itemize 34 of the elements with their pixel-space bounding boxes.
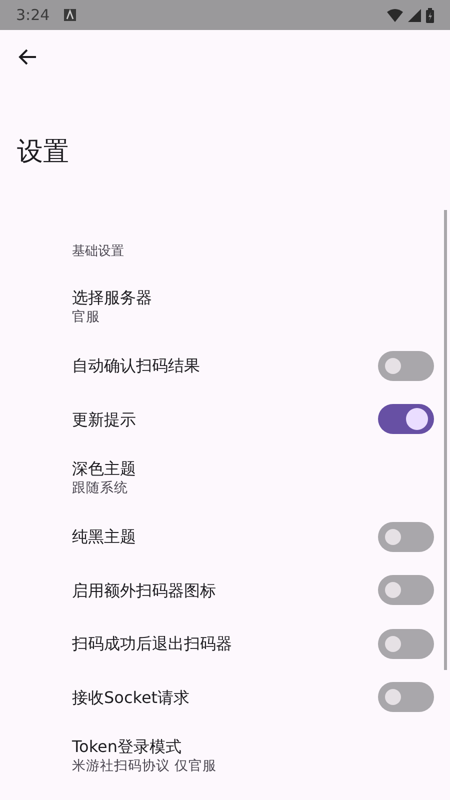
setting-summary: 米游社扫码协议 仅官服 (72, 757, 218, 776)
wifi-icon (387, 8, 403, 22)
setting-row[interactable]: 纯黑主题 (0, 510, 450, 564)
toggle-switch[interactable] (378, 628, 434, 659)
setting-row[interactable]: 启用额外扫码器图标 (0, 564, 450, 617)
setting-title: 自动确认扫码结果 (72, 355, 201, 376)
setting-row[interactable]: Token登录模式 米游社扫码协议 仅官服 (0, 724, 450, 788)
notification-icon (64, 9, 76, 21)
page-title: 设置 (16, 136, 70, 169)
setting-row[interactable]: 选择服务器 官服 (0, 275, 450, 339)
setting-title: 启用额外扫码器图标 (72, 580, 217, 601)
setting-row[interactable]: 深色主题 跟随系统 (0, 446, 450, 510)
setting-row[interactable]: 更新提示 (0, 392, 450, 446)
setting-title: 纯黑主题 (72, 526, 137, 548)
setting-row[interactable]: 扫码成功后退出扫码器 (0, 617, 450, 670)
setting-title: 接收Socket请求 (72, 686, 191, 708)
setting-summary: 官服 (72, 308, 101, 327)
setting-title: 更新提示 (72, 408, 137, 430)
status-time: 3:24 (16, 6, 50, 24)
toggle-switch[interactable] (378, 575, 434, 606)
toggle-switch[interactable] (378, 682, 434, 712)
toggle-switch[interactable] (378, 522, 434, 552)
setting-title: Token登录模式 (72, 736, 183, 757)
toggle-switch[interactable] (378, 350, 434, 381)
battery-icon (426, 8, 434, 22)
category-title: 基础设置 (72, 243, 124, 261)
signal-icon (408, 8, 421, 22)
setting-title: 选择服务器 (72, 287, 153, 308)
setting-summary: 跟随系统 (72, 479, 129, 498)
setting-row[interactable]: 自动确认扫码结果 (0, 339, 450, 392)
setting-title: 深色主题 (72, 458, 137, 479)
setting-title: 扫码成功后退出扫码器 (72, 633, 233, 654)
setting-row[interactable]: 接收Socket请求 (0, 670, 450, 724)
toggle-switch[interactable] (378, 404, 434, 434)
